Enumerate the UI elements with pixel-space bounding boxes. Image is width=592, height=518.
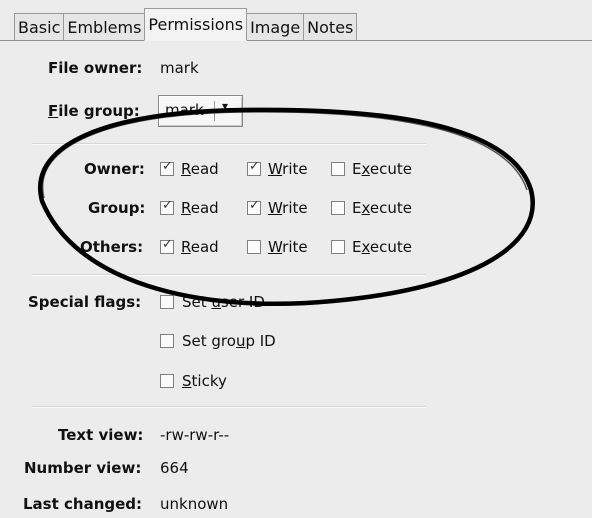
owner-read-label: Read xyxy=(181,160,219,178)
sticky-checkbox[interactable]: Sticky xyxy=(160,372,227,390)
tab-label: Basic xyxy=(18,17,61,37)
chevron-down-icon: ▾ xyxy=(222,99,229,113)
others-read-label: Read xyxy=(181,238,219,256)
checkbox-unchecked-icon xyxy=(160,374,174,388)
text-view-label: Text view: xyxy=(58,426,144,444)
separator xyxy=(32,143,426,145)
checkbox-checked-icon xyxy=(160,199,174,215)
checkbox-unchecked-icon xyxy=(247,240,261,254)
checkbox-checked-icon xyxy=(247,160,261,176)
checkbox-unchecked-icon xyxy=(160,295,174,309)
owner-read-checkbox[interactable]: Read xyxy=(160,159,219,179)
file-owner-value: mark xyxy=(160,59,199,77)
file-owner-label: File owner: xyxy=(48,59,143,77)
tab-basic[interactable]: Basic xyxy=(14,13,65,41)
checkbox-checked-icon xyxy=(160,160,174,176)
tab-permissions[interactable]: Permissions xyxy=(144,8,248,41)
combo-divider xyxy=(214,101,215,121)
tab-label: Notes xyxy=(307,17,354,37)
number-view-label: Number view: xyxy=(24,459,142,477)
group-write-label: Write xyxy=(268,199,308,217)
owner-write-label: Write xyxy=(268,160,308,178)
sticky-label: Sticky xyxy=(182,372,227,390)
tab-emblems[interactable]: Emblems xyxy=(63,13,146,41)
others-execute-label: Execute xyxy=(352,238,412,256)
group-write-checkbox[interactable]: Write xyxy=(247,198,308,218)
file-group-mnemonic: F xyxy=(48,102,59,120)
file-group-combo[interactable]: mark ▾ xyxy=(158,95,243,127)
others-permissions-label: Others: xyxy=(80,238,144,256)
permissions-panel: File owner: mark File group: mark ▾ Owne… xyxy=(14,41,592,518)
separator xyxy=(32,406,426,408)
tab-label: Image xyxy=(250,17,301,37)
set-user-id-checkbox[interactable]: Set user ID xyxy=(160,293,265,311)
checkbox-unchecked-icon xyxy=(160,334,174,348)
group-execute-checkbox[interactable]: Execute xyxy=(331,198,412,218)
set-group-id-label: Set group ID xyxy=(182,332,276,350)
checkbox-checked-icon xyxy=(160,238,174,254)
tab-label: Permissions xyxy=(148,15,244,34)
separator xyxy=(32,274,426,276)
tab-label: Emblems xyxy=(67,17,142,37)
group-read-checkbox[interactable]: Read xyxy=(160,198,219,218)
special-flags-label: Special flags: xyxy=(28,293,142,311)
tab-bar: Basic Emblems Permissions Image Notes xyxy=(14,7,358,41)
checkbox-unchecked-icon xyxy=(331,162,345,176)
file-group-value: mark xyxy=(165,101,204,119)
set-group-id-checkbox[interactable]: Set group ID xyxy=(160,332,276,350)
others-write-label: Write xyxy=(268,238,308,256)
last-changed-label: Last changed: xyxy=(23,495,143,513)
tab-notes[interactable]: Notes xyxy=(303,13,358,41)
owner-permissions-label: Owner: xyxy=(84,160,145,178)
set-user-id-label: Set user ID xyxy=(182,293,265,311)
text-view-value: -rw-rw-r-- xyxy=(160,426,230,444)
checkbox-unchecked-icon xyxy=(331,201,345,215)
number-view-value: 664 xyxy=(160,459,189,477)
group-read-label: Read xyxy=(181,199,219,217)
group-permissions-label: Group: xyxy=(88,199,146,217)
file-group-label: File group: xyxy=(48,102,140,120)
owner-execute-checkbox[interactable]: Execute xyxy=(331,159,412,179)
others-execute-checkbox[interactable]: Execute xyxy=(331,237,412,257)
others-write-checkbox[interactable]: Write xyxy=(247,237,308,257)
checkbox-unchecked-icon xyxy=(331,240,345,254)
checkbox-checked-icon xyxy=(247,199,261,215)
owner-execute-label: Execute xyxy=(352,160,412,178)
tab-image[interactable]: Image xyxy=(246,13,305,41)
group-execute-label: Execute xyxy=(352,199,412,217)
last-changed-value: unknown xyxy=(160,495,229,513)
others-read-checkbox[interactable]: Read xyxy=(160,237,219,257)
owner-write-checkbox[interactable]: Write xyxy=(247,159,308,179)
file-group-label-text: ile group: xyxy=(58,102,140,120)
